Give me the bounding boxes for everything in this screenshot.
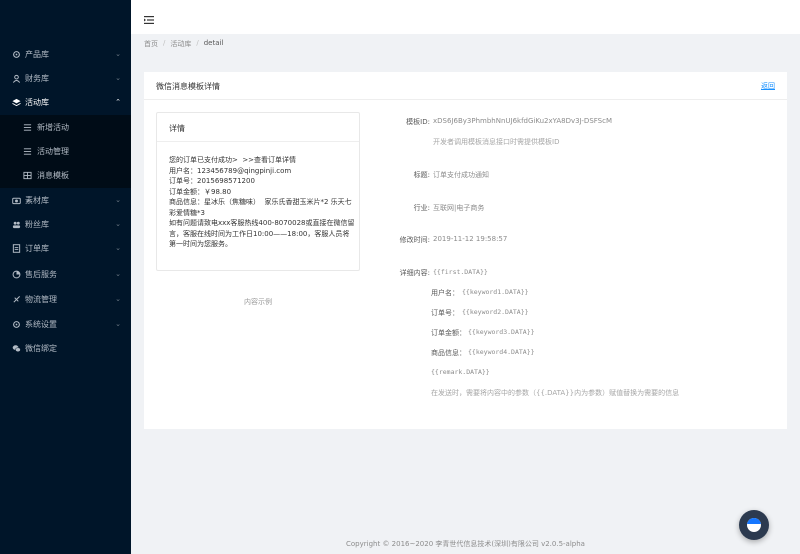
field-value: {{keyword1.DATA}} [462,288,529,296]
table-icon [22,170,32,180]
settings-icon [11,49,21,59]
breadcrumb-home[interactable]: 首页 [144,39,158,49]
sidebar-item-materials[interactable]: 素材库 ⌄ [0,188,131,212]
sidebar-item-label: 订单库 [25,243,49,253]
chevron-down-icon: ⌄ [115,74,121,82]
sidebar: 产品库 ⌄ 财务库 ⌄ 活动库 ⌃ 新增活动 活动管理 消息模板 素材库 ⌄ 粉… [0,0,131,554]
sidebar-item-wechat-binding[interactable]: 微信绑定 [0,336,131,360]
rocket-icon [11,294,21,304]
breadcrumb-separator: / [196,39,199,47]
modified-value: 2019-11-12 19:58:57 [433,235,508,243]
app-logo-icon [747,518,761,532]
top-header [131,0,800,34]
field-label: 用户名： [431,289,459,297]
field-label: 订单金额： [431,329,466,337]
field-value: {{keyword3.DATA}} [468,328,535,336]
field-value: {{keyword2.DATA}} [462,308,529,316]
sidebar-subitem-activity-manage[interactable]: 活动管理 [0,139,131,163]
sidebar-item-label: 粉丝库 [25,219,49,229]
content-hint: 在发送时，需要将内容中的参数（{{.DATA}}内为参数）赋值替换为需要的信息 [431,389,680,397]
field-label: 商品信息： [431,349,466,357]
sidebar-item-logistics[interactable]: 物流管理 ⌄ [0,287,131,311]
sidebar-item-system-settings[interactable]: 系统设置 ⌄ [0,312,131,336]
content-first: {{first.DATA}} [433,268,488,276]
card-header: 微信消息模板详情 返回 [144,72,787,100]
wechat-icon [11,343,21,353]
preview-title: 详情 [169,124,185,133]
users-icon [11,219,21,229]
preview-divider [157,141,359,142]
sidebar-subitem-label: 新增活动 [37,122,69,132]
list-icon [22,146,32,156]
chevron-down-icon: ⌄ [115,220,121,228]
chevron-down-icon: ⌄ [115,50,121,58]
floating-action-button[interactable] [739,510,769,540]
content-remark: {{remark.DATA}} [431,368,490,376]
sidebar-item-label: 物流管理 [25,294,57,304]
template-id-value: xDS6J6By3PhmbhNnUJ6kfdGiKu2xYA8Dv3J-DSFS… [433,117,612,125]
sidebar-item-label: 产品库 [25,49,49,59]
template-id-label: 模板ID: [406,118,430,126]
chevron-down-icon: ⌄ [115,244,121,252]
preview-line: 您的订单已支付成功> >>查看订单详情 [169,156,297,164]
sidebar-item-label: 微信绑定 [25,343,57,353]
preview-line: 用户名：123456789@qingpinji.com [169,166,292,175]
pie-chart-icon [11,269,21,279]
sidebar-item-label: 系统设置 [25,319,57,329]
field-value: {{keyword4.DATA}} [468,348,535,356]
industry-label: 行业: [413,204,430,212]
chevron-down-icon: ⌄ [115,270,121,278]
sidebar-item-label: 活动库 [25,97,49,107]
sidebar-item-finance[interactable]: 财务库 ⌄ [0,66,131,90]
card-title: 微信消息模板详情 [156,82,220,91]
sidebar-item-after-sales[interactable]: 售后服务 ⌄ [0,262,131,286]
title-label: 标题: [413,171,430,179]
preview-line: 订单号：2015698571200 [169,177,255,185]
chevron-up-icon: ⌃ [115,98,121,106]
breadcrumb: 首页 / 活动库 / detail [144,39,223,49]
breadcrumb-parent[interactable]: 活动库 [170,39,191,49]
preview-line: 商品信息：星冰乐（焦糖味） 家乐氏香甜玉米片*2 乐天七彩爱情糖*3 [169,198,352,217]
back-link[interactable]: 返回 [761,81,775,91]
chevron-down-icon: ⌄ [115,295,121,303]
sidebar-subitem-label: 活动管理 [37,146,69,156]
preview-caption: 内容示例 [244,298,272,306]
breadcrumb-separator: / [163,39,166,47]
preview-line: 如有问题请致电xxx客服热线400-8070028或直接在微信留言，客服在线时间… [169,219,355,248]
template-detail-card: 微信消息模板详情 返回 详情 您的订单已支付成功> >>查看订单详情 用户名：1… [144,72,787,429]
list-icon [22,122,32,132]
file-icon [11,243,21,253]
sidebar-item-label: 素材库 [25,195,49,205]
sidebar-item-label: 售后服务 [25,269,57,279]
camera-icon [11,195,21,205]
breadcrumb-current: detail [203,39,224,47]
sidebar-item-products[interactable]: 产品库 ⌄ [0,42,131,66]
content-label: 详细内容: [399,269,430,277]
chevron-down-icon: ⌄ [115,196,121,204]
menu-fold-icon[interactable] [143,11,155,24]
template-id-hint: 开发者调用模板消息接口时需提供模板ID [433,138,560,146]
sidebar-subitem-message-template[interactable]: 消息模板 [0,163,131,187]
page-footer: Copyright © 2016~2020 李青世代信息技术(深圳)有限公司 v… [346,540,585,548]
preview-body: 您的订单已支付成功> >>查看订单详情 用户名：123456789@qingpi… [169,155,355,250]
preview-line: 订单金额：￥98.80 [169,187,232,196]
field-label: 订单号： [431,309,459,317]
title-value: 订单支付成功通知 [433,171,489,179]
settings-icon [11,319,21,329]
user-icon [11,73,21,83]
sidebar-item-orders[interactable]: 订单库 ⌄ [0,236,131,260]
sidebar-item-activities[interactable]: 活动库 ⌃ [0,90,131,114]
modified-label: 修改时间: [399,236,430,244]
layers-icon [11,97,21,107]
sidebar-item-label: 财务库 [25,73,49,83]
industry-value: 互联网|电子商务 [433,204,485,212]
sidebar-item-fans[interactable]: 粉丝库 ⌄ [0,212,131,236]
sidebar-subitem-new-activity[interactable]: 新增活动 [0,115,131,139]
message-preview-box: 详情 您的订单已支付成功> >>查看订单详情 用户名：123456789@qin… [156,112,360,271]
sidebar-subitem-label: 消息模板 [37,170,69,180]
chevron-down-icon: ⌄ [115,320,121,328]
